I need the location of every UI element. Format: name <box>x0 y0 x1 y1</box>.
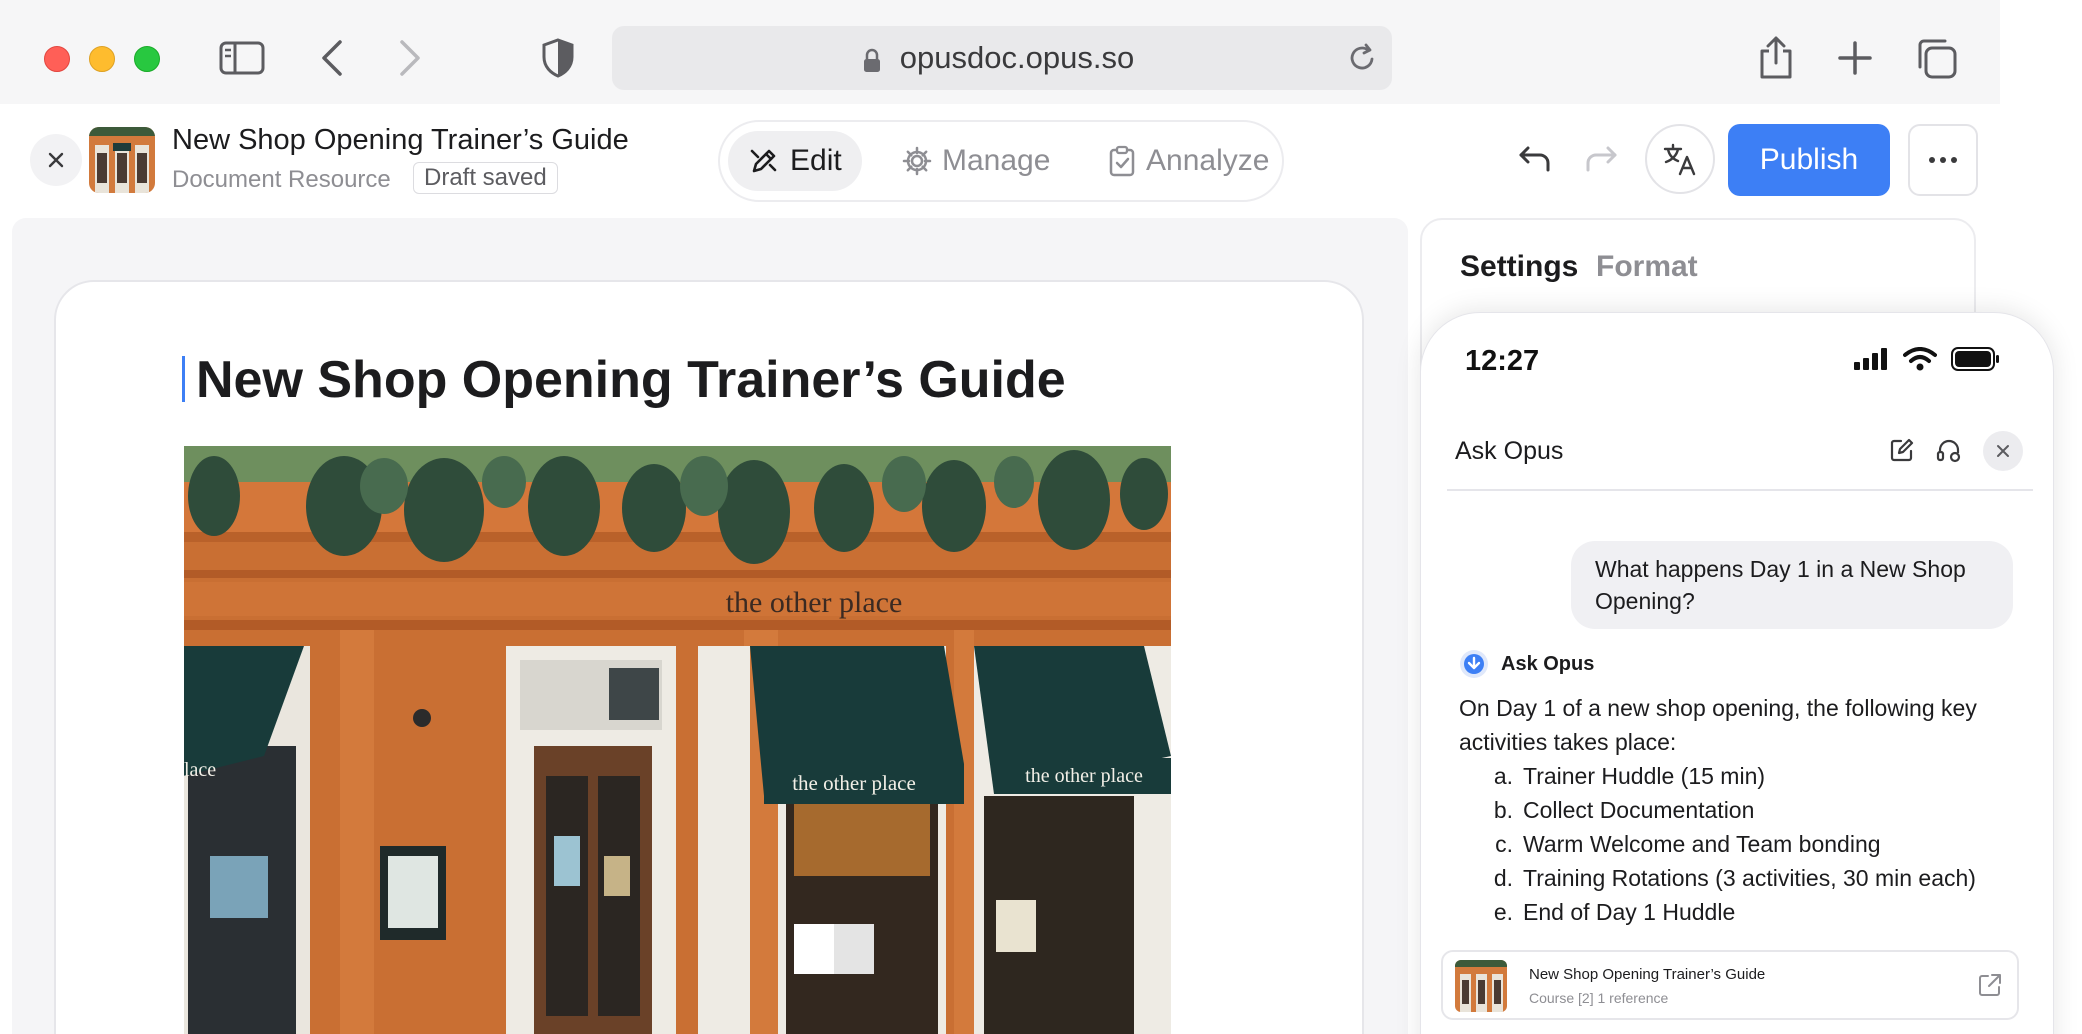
document-thumbnail <box>89 127 155 193</box>
document-type-label: Document Resource <box>172 166 391 193</box>
tab-analyze[interactable]: Annalyze <box>1088 131 1289 191</box>
text-caret <box>182 356 185 402</box>
status-time: 12:27 <box>1465 345 1540 377</box>
tab-format[interactable]: Format <box>1596 250 1698 284</box>
status-icons <box>1853 347 2001 371</box>
storefront-image[interactable]: the other place lace the other place the… <box>184 446 1171 1034</box>
forward-chevron-icon[interactable] <box>396 34 424 82</box>
phone-preview: 12:27 Ask Opus What happens Day 1 in a N… <box>1420 312 2054 1034</box>
assistant-answer-intro: On Day 1 of a new shop opening, the foll… <box>1459 695 1977 755</box>
wifi-icon <box>1903 347 1937 371</box>
draft-status-badge: Draft saved <box>413 162 558 194</box>
tab-settings[interactable]: Settings <box>1460 250 1578 284</box>
close-document-button[interactable] <box>30 134 82 186</box>
awning-left-text: lace <box>184 759 216 781</box>
gear-icon <box>902 146 932 176</box>
close-icon <box>48 152 64 168</box>
cellular-signal-icon <box>1854 348 1887 370</box>
tab-manage[interactable]: Manage <box>882 131 1070 191</box>
awning-right-text: the other place <box>1025 765 1143 787</box>
publish-button[interactable]: Publish <box>1728 124 1890 196</box>
window-minimize-button[interactable] <box>89 46 115 72</box>
chat-header-divider <box>1447 489 2033 491</box>
sidebar-toggle-icon[interactable] <box>218 34 266 82</box>
redo-button[interactable] <box>1582 140 1620 183</box>
tab-analyze-label: Annalyze <box>1146 144 1270 177</box>
translate-button[interactable] <box>1645 124 1715 194</box>
list-item-text: End of Day 1 Huddle <box>1523 899 1736 925</box>
reference-card[interactable]: New Shop Opening Trainer’s Guide Course … <box>1441 950 2019 1020</box>
opus-avatar-icon <box>1460 650 1488 678</box>
assistant-name: Ask Opus <box>1501 652 1595 675</box>
more-icon <box>1929 157 1957 163</box>
tab-edit-label: Edit <box>790 144 842 177</box>
list-marker: b. <box>1493 797 1513 823</box>
list-item: d. Training Rotations (3 activities, 30 m… <box>1487 861 1976 895</box>
document-heading[interactable]: New Shop Opening Trainer’s Guide <box>196 350 1066 410</box>
close-chat-button[interactable] <box>1983 431 2023 471</box>
list-item-text: Warm Welcome and Team bonding <box>1523 831 1881 857</box>
compose-icon <box>1890 438 1914 462</box>
list-item: e. End of Day 1 Huddle <box>1487 895 1976 929</box>
tab-overview-icon[interactable] <box>1914 34 1958 82</box>
clipboard-icon <box>1109 145 1135 177</box>
app-header: New Shop Opening Trainer’s Guide Documen… <box>0 104 2000 218</box>
url-text: opusdoc.opus.so <box>899 40 1135 75</box>
mode-switcher: Edit Manage Annalyze <box>718 120 1284 202</box>
list-item: a. Trainer Huddle (15 min) <box>1487 759 1976 793</box>
document-title[interactable]: New Shop Opening Trainer’s Guide <box>172 124 629 157</box>
edit-icon <box>750 149 777 173</box>
undo-button[interactable] <box>1516 140 1554 183</box>
list-item: b. Collect Documentation <box>1487 793 1976 827</box>
headset-icon <box>1936 439 1961 463</box>
document-page: New Shop Opening Trainer’s Guide the oth… <box>54 280 1364 1034</box>
user-message: What happens Day 1 in a New Shop Opening… <box>1571 541 2013 629</box>
redo-icon <box>1586 146 1617 172</box>
support-button[interactable] <box>1935 437 1963 470</box>
list-item-text: Collect Documentation <box>1523 797 1755 823</box>
window-zoom-button[interactable] <box>134 46 160 72</box>
close-icon <box>1997 445 2009 457</box>
tab-edit[interactable]: Edit <box>728 131 862 191</box>
awning-middle-text: the other place <box>792 771 916 795</box>
list-marker: c. <box>1495 831 1513 857</box>
external-link-icon <box>1979 974 2001 996</box>
reference-title: New Shop Opening Trainer’s Guide <box>1529 966 1766 983</box>
browser-toolbar: opusdoc.opus.so <box>0 0 2000 104</box>
more-options-button[interactable] <box>1908 124 1978 196</box>
window-close-button[interactable] <box>44 46 70 72</box>
reference-thumbnail <box>1455 960 1507 1012</box>
list-marker: a. <box>1493 763 1513 789</box>
list-item-text: Training Rotations (3 activities, 30 min… <box>1523 865 1976 891</box>
address-bar[interactable]: opusdoc.opus.so <box>612 26 1392 90</box>
new-chat-button[interactable] <box>1889 437 1915 468</box>
list-marker: e. <box>1493 899 1513 925</box>
undo-icon <box>1519 146 1550 172</box>
battery-icon <box>1951 347 1999 371</box>
shield-icon[interactable] <box>540 34 576 82</box>
open-reference-button[interactable] <box>1977 972 2003 1003</box>
reload-icon[interactable] <box>1346 41 1378 83</box>
tab-manage-label: Manage <box>942 144 1051 177</box>
lock-icon <box>862 46 882 82</box>
reference-meta: Course [2] 1 reference <box>1529 990 1669 1006</box>
translate-icon <box>1663 143 1696 176</box>
editor-canvas: New Shop Opening Trainer’s Guide the oth… <box>12 218 1408 1034</box>
shop-sign-text: the other place <box>726 586 903 619</box>
share-icon[interactable] <box>1756 34 1796 82</box>
assistant-answer-list: a. Trainer Huddle (15 min) b. Collect Docu… <box>1487 759 1976 929</box>
list-item-text: Trainer Huddle (15 min) <box>1523 763 1766 789</box>
list-marker: d. <box>1493 865 1513 891</box>
assistant-header: Ask Opus <box>1459 649 1594 679</box>
new-tab-icon[interactable] <box>1836 34 1874 82</box>
back-chevron-icon[interactable] <box>318 34 346 82</box>
chat-title: Ask Opus <box>1455 437 1564 465</box>
list-item: c. Warm Welcome and Team bonding <box>1487 827 1976 861</box>
